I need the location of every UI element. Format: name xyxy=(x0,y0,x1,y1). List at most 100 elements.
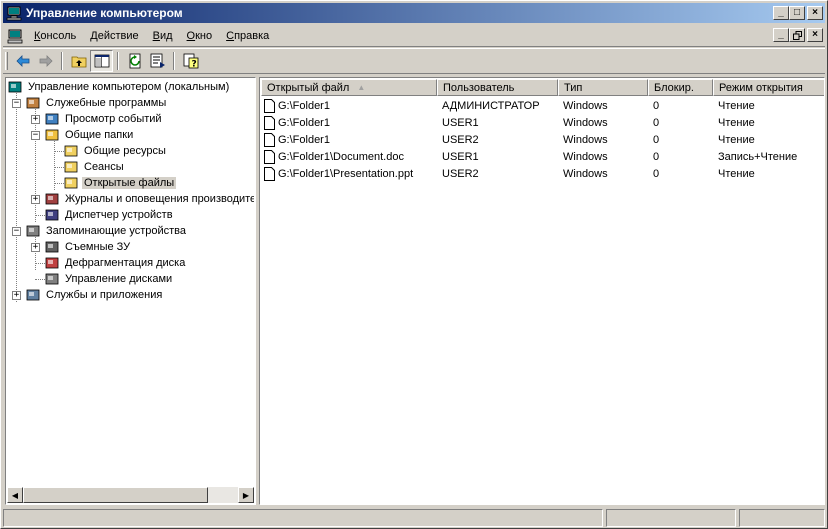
tree-item[interactable]: Управление дисками xyxy=(44,271,174,287)
collapse-icon[interactable]: − xyxy=(12,98,21,108)
expand-icon[interactable]: + xyxy=(31,114,40,124)
tree-item[interactable]: − Запоминающие устройства xyxy=(12,223,188,239)
tree-item-label: Открытые файлы xyxy=(82,177,177,189)
services-apps-icon xyxy=(26,289,40,301)
table-cell: USER2 xyxy=(442,133,479,146)
menu-view[interactable]: Вид xyxy=(146,30,180,42)
collapse-icon[interactable]: − xyxy=(12,226,21,236)
maximize-button[interactable]: □ xyxy=(789,6,805,20)
scroll-track[interactable] xyxy=(23,487,238,503)
tree-item-label: Запоминающие устройства xyxy=(46,225,187,237)
refresh-button[interactable] xyxy=(123,50,146,72)
tree-item[interactable]: + Съемные ЗУ xyxy=(31,239,132,255)
table-row[interactable]: G:\Folder1\Presentation.ppt USER2 Windows 0… xyxy=(261,165,824,182)
tree-item[interactable]: Управление компьютером (локальным) xyxy=(7,79,231,95)
help-button[interactable]: ? xyxy=(179,50,202,72)
child-restore-button[interactable] xyxy=(789,28,805,42)
file-icon xyxy=(264,115,275,130)
device-manager-icon xyxy=(45,209,59,221)
export-list-button[interactable] xyxy=(146,50,169,72)
menu-help[interactable]: Справка xyxy=(219,30,276,42)
show-hide-tree-button[interactable] xyxy=(90,50,113,72)
details-list[interactable]: Открытый файл ▲ Пользователь Тип Блокир.… xyxy=(259,77,825,505)
tree-item[interactable]: − Общие папки xyxy=(31,127,135,143)
expand-icon[interactable]: + xyxy=(31,242,40,252)
tree-item[interactable]: + Журналы и оповещения производите xyxy=(31,191,254,207)
table-cell: Чтение xyxy=(718,99,755,112)
console-document-icon xyxy=(7,29,23,43)
table-row[interactable]: G:\Folder1 АДМИНИСТРАТОР Windows 0 Чтение xyxy=(261,97,824,114)
menu-console[interactable]: Консоль xyxy=(27,30,83,42)
table-row[interactable]: G:\Folder1\Document.doc USER1 Windows 0 Запи… xyxy=(261,148,824,165)
table-cell: 0 xyxy=(653,133,660,146)
scroll-right-button[interactable]: ▶ xyxy=(238,487,254,503)
tree-item-label: Управление дисками xyxy=(65,273,173,285)
status-panel-3 xyxy=(739,509,825,527)
column-header-open-file[interactable]: Открытый файл ▲ xyxy=(261,79,437,96)
tree-item[interactable]: − Служебные программы xyxy=(12,95,168,111)
up-folder-icon xyxy=(71,56,86,68)
table-cell: 0 xyxy=(653,167,660,180)
close-button[interactable]: × xyxy=(807,6,823,20)
svg-text:?: ? xyxy=(191,60,196,70)
computer-management-icon xyxy=(6,6,22,21)
file-icon xyxy=(264,98,275,113)
column-header-open-mode[interactable]: Режим открытия xyxy=(713,79,824,96)
column-header-locks[interactable]: Блокир. xyxy=(648,79,713,96)
help-icon: ? xyxy=(183,53,198,70)
tree-item[interactable]: + Службы и приложения xyxy=(12,287,164,303)
child-minimize-button[interactable]: _ xyxy=(773,28,789,42)
tree-connector xyxy=(16,93,17,302)
tree-item[interactable]: Открытые файлы xyxy=(63,175,177,191)
export-list-icon xyxy=(150,53,165,68)
shared-folders-icon xyxy=(45,129,59,141)
collapse-icon[interactable]: − xyxy=(31,130,40,140)
tree-item[interactable]: + Просмотр событий xyxy=(31,111,164,127)
tree-content: Управление компьютером (локальным) − Служе… xyxy=(7,79,254,486)
defrag-icon xyxy=(45,257,59,269)
refresh-icon xyxy=(129,53,140,69)
tree-item-label: Дефрагментация диска xyxy=(65,257,186,269)
toolbar-separator xyxy=(61,52,63,70)
main-window: Управление компьютером _ □ × Консоль Дей… xyxy=(0,0,828,529)
tree-item-label: Съемные ЗУ xyxy=(65,241,131,253)
table-cell: Windows xyxy=(563,116,608,129)
file-path: G:\Folder1\Document.doc xyxy=(278,150,404,163)
scroll-thumb[interactable] xyxy=(23,487,208,503)
table-row[interactable]: G:\Folder1 USER1 Windows 0 Чтение xyxy=(261,114,824,131)
expand-icon[interactable]: + xyxy=(12,290,21,300)
menu-window[interactable]: Окно xyxy=(180,30,220,42)
forward-button[interactable] xyxy=(34,50,57,72)
expand-icon[interactable]: + xyxy=(31,194,40,204)
sort-ascending-icon: ▲ xyxy=(357,83,366,92)
toolbar-separator xyxy=(173,52,175,70)
open-folder-icon xyxy=(64,177,78,189)
scroll-left-button[interactable]: ◀ xyxy=(7,487,23,503)
table-cell: G:\Folder1\Presentation.ppt xyxy=(261,166,437,181)
tree-item[interactable]: Диспетчер устройств xyxy=(44,207,175,223)
menu-action[interactable]: Действие xyxy=(83,30,145,42)
console-tree[interactable]: Управление компьютером (локальным) − Служе… xyxy=(5,77,256,505)
back-button[interactable] xyxy=(11,50,34,72)
up-level-button[interactable] xyxy=(67,50,90,72)
toolbar-grip[interactable] xyxy=(5,52,8,70)
file-path: G:\Folder1\Presentation.ppt xyxy=(278,167,414,180)
title-bar[interactable]: Управление компьютером _ □ × xyxy=(3,3,825,23)
back-arrow-icon xyxy=(15,55,29,67)
tree-horizontal-scrollbar[interactable]: ◀ ▶ xyxy=(7,487,254,503)
table-cell: 0 xyxy=(653,99,660,112)
column-header-type[interactable]: Тип xyxy=(558,79,648,96)
minimize-button[interactable]: _ xyxy=(773,6,789,20)
column-header-user[interactable]: Пользователь xyxy=(437,79,558,96)
table-row[interactable]: G:\Folder1 USER2 Windows 0 Чтение xyxy=(261,131,824,148)
toolbar-separator xyxy=(117,52,119,70)
disk-management-icon xyxy=(45,273,59,285)
status-bar xyxy=(3,508,825,528)
child-close-button[interactable]: × xyxy=(807,28,823,42)
storage-icon xyxy=(26,225,40,237)
tree-item[interactable]: Дефрагментация диска xyxy=(44,255,187,271)
tree-item[interactable]: Сеансы xyxy=(63,159,126,175)
tree-item[interactable]: Общие ресурсы xyxy=(63,143,168,159)
tree-item-label: Общие ресурсы xyxy=(84,145,166,157)
table-cell: Чтение xyxy=(718,116,755,129)
